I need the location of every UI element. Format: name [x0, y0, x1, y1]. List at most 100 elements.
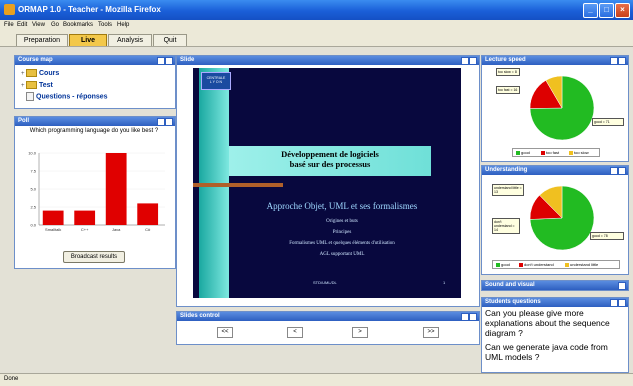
next-slide-button[interactable]: > — [352, 327, 368, 338]
tree-item-cours[interactable]: + Cours — [21, 69, 59, 77]
panel-maximize-icon[interactable] — [469, 57, 477, 65]
sound-visual-panel: Sound and visual — [481, 280, 629, 291]
y-tick-label: 2.5 — [30, 205, 36, 210]
poll-chart: 10.0 7.5 5.0 2.5 0.0 Smalltalk C++ Java C# — [28, 151, 165, 232]
panel-minimize-icon[interactable] — [610, 299, 618, 307]
menu-edit[interactable]: Edit — [17, 22, 27, 28]
slide-bullets: Origines et buts Principes Formalismes U… — [223, 216, 461, 260]
tree-item-test[interactable]: + Test — [21, 81, 53, 89]
panel-header: Sound and visual — [482, 281, 628, 290]
folder-icon — [26, 69, 37, 77]
panel-title: Understanding — [485, 167, 528, 173]
window-title: ORMAP 1.0 - Teacher - Mozilla Firefox — [18, 5, 161, 14]
last-slide-button[interactable]: >> — [423, 327, 439, 338]
menu-file[interactable]: File — [4, 22, 14, 28]
first-slide-button[interactable]: << — [217, 327, 233, 338]
panel-title: Slides control — [180, 313, 220, 319]
panel-title: Lecture speed — [485, 57, 526, 63]
tab-preparation[interactable]: Preparation — [16, 34, 68, 46]
panel-header: Students questions — [482, 298, 628, 307]
tree-item-questions[interactable]: Questions - réponses — [26, 92, 108, 101]
slide-subtitle: Approche Objet, UML et ses formalismes — [266, 201, 418, 211]
panel-title: Students questions — [485, 299, 541, 305]
slide-heading-2: basé sur des processus — [289, 159, 371, 169]
window-titlebar: ORMAP 1.0 - Teacher - Mozilla Firefox _ … — [0, 0, 633, 20]
menu-help[interactable]: Help — [117, 22, 129, 28]
panel-minimize-icon[interactable] — [157, 57, 165, 65]
x-tick-label: C++ — [81, 227, 89, 232]
panel-header: Poll — [15, 117, 175, 126]
panel-title: Slide — [180, 57, 195, 63]
panel-expand-icon[interactable] — [618, 282, 626, 290]
folder-icon — [26, 81, 37, 89]
lecture-speed-panel: Lecture speed too slow = 8 too fast = 16… — [481, 55, 629, 162]
y-tick-label: 5.0 — [30, 187, 36, 192]
app-icon — [4, 4, 15, 15]
maximize-button[interactable]: □ — [599, 3, 614, 18]
tab-analysis[interactable]: Analysis — [108, 34, 152, 46]
y-tick-label: 7.5 — [30, 169, 36, 174]
lecture-speed-pie — [529, 75, 595, 141]
bar — [42, 210, 64, 225]
slide-panel: Slide CENTRALE L Y O N Développement de … — [176, 55, 480, 307]
slides-control-panel: Slides control << < > >> — [176, 311, 480, 345]
students-questions-panel: Students questions Can you please give m… — [481, 297, 629, 373]
legend-item: don't understand — [519, 262, 554, 267]
understanding-panel: Understanding understand little = 13 don… — [481, 165, 629, 275]
x-tick-label: C# — [145, 227, 151, 232]
minimize-button[interactable]: _ — [583, 3, 598, 18]
panel-maximize-icon[interactable] — [165, 118, 173, 126]
course-map-panel: Course map + Cours + Test Questions - répo… — [14, 55, 176, 109]
broadcast-results-button[interactable]: Broadcast results — [63, 251, 125, 263]
callout-dont-understand: don't understand = 14 — [492, 218, 520, 234]
logo-line-2: L Y O N — [209, 80, 223, 84]
menu-tools[interactable]: Tools — [98, 22, 112, 28]
slide-footer-left: STD/UML/DL — [313, 280, 337, 285]
previous-slide-button[interactable]: < — [287, 327, 303, 338]
bar — [105, 153, 127, 225]
poll-question: Which programming language do you like b… — [29, 128, 159, 134]
slide-orange-rule — [193, 183, 283, 187]
callout-good: good = 78 — [590, 232, 624, 240]
status-text: Done — [4, 376, 19, 382]
tree-label: Cours — [39, 69, 60, 77]
panel-header: Slide — [177, 56, 479, 65]
panel-maximize-icon[interactable] — [165, 57, 173, 65]
lecture-speed-legend: good too fast too slow — [512, 148, 600, 157]
panel-minimize-icon[interactable] — [610, 167, 618, 175]
tree-label: Questions - réponses — [36, 93, 108, 101]
poll-panel: Poll Which programming language do you l… — [14, 116, 176, 269]
legend-item: too slow — [569, 150, 589, 155]
tab-live[interactable]: Live — [69, 34, 107, 46]
menu-bookmarks[interactable]: Bookmarks — [63, 22, 93, 28]
slide-bullet: Formalismes UML et quelques éléments d'u… — [289, 241, 395, 246]
menu-go[interactable]: Go — [51, 22, 59, 28]
callout-good: good = 71 — [592, 118, 624, 126]
understanding-legend: good don't understand understand little — [492, 260, 620, 269]
legend-item: good — [496, 262, 510, 267]
panel-maximize-icon[interactable] — [618, 167, 626, 175]
panel-maximize-icon[interactable] — [618, 299, 626, 307]
panel-header: Course map — [15, 56, 175, 65]
menu-view[interactable]: View — [32, 22, 45, 28]
question-item: Can we generate java code from UML model… — [485, 342, 608, 362]
slide-canvas: CENTRALE L Y O N Développement de logici… — [193, 68, 461, 298]
panel-minimize-icon[interactable] — [461, 313, 469, 321]
y-tick-label: 0.0 — [30, 223, 36, 228]
x-tick-label: Java — [112, 227, 121, 232]
callout-understand-little: understand little = 13 — [492, 184, 524, 196]
panel-maximize-icon[interactable] — [469, 313, 477, 321]
legend-item: good — [516, 150, 530, 155]
panel-minimize-icon[interactable] — [157, 118, 165, 126]
x-tick-label: Smalltalk — [45, 227, 61, 232]
tab-quit[interactable]: Quit — [153, 34, 187, 46]
slide-bullet: AGL supportant UML — [319, 252, 365, 257]
panel-maximize-icon[interactable] — [618, 57, 626, 65]
panel-minimize-icon[interactable] — [461, 57, 469, 65]
question-item: Can you please give more explanations ab… — [485, 308, 610, 338]
panel-minimize-icon[interactable] — [610, 57, 618, 65]
slide-heading-1: Développement de logiciels — [281, 149, 379, 159]
slide-page-number: 1 — [443, 280, 446, 285]
slide-title-box: Développement de logiciels basé sur des … — [229, 146, 431, 176]
close-button[interactable]: × — [615, 3, 630, 18]
